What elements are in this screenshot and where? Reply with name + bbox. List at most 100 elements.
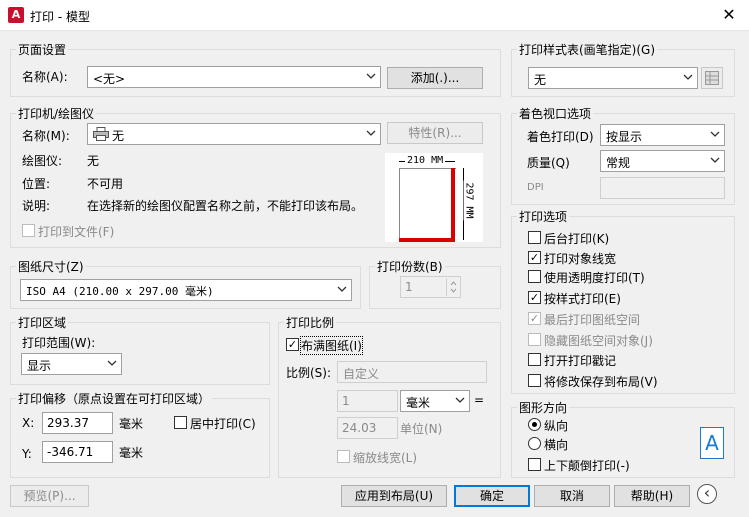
paper-size-heading: 图纸尺寸(Z) [16, 258, 86, 275]
center-plot-label: 居中打印(C) [190, 417, 256, 431]
page-setup-name-select[interactable]: <无> [87, 66, 381, 88]
fit-to-paper-checkbox[interactable]: ✓ [286, 338, 299, 351]
title-bar [0, 0, 749, 31]
upside-down-checkbox[interactable] [528, 458, 541, 471]
plot-style-table-select[interactable]: 无 [528, 67, 698, 89]
copies-heading: 打印份数(B) [375, 258, 445, 275]
quality-label: 质量(Q) [527, 156, 570, 170]
offset-x-input[interactable]: 293.37 [42, 412, 113, 434]
ok-button[interactable]: 确定 [454, 485, 530, 507]
offset-y-unit: 毫米 [119, 446, 144, 460]
page-setup-heading: 页面设置 [16, 41, 69, 58]
scale-equals-sign: = [474, 393, 485, 407]
location-label: 位置: [22, 177, 51, 191]
drawing-orientation-heading: 图形方向 [517, 399, 570, 416]
chevron-down-icon [366, 130, 376, 136]
plot-with-styles-label: 按样式打印(E) [544, 292, 621, 306]
chevron-down-icon [107, 360, 117, 366]
printer-icon [93, 127, 109, 141]
offset-y-input[interactable]: -346.71 [42, 441, 113, 463]
paper-size-select[interactable]: ISO A4 (210.00 x 297.00 毫米) [20, 279, 352, 301]
printer-properties-button[interactable]: 特性(R)... [387, 122, 483, 144]
shade-plot-value: 按显示 [606, 130, 643, 144]
edit-plot-style-button[interactable] [701, 67, 723, 89]
plotter-value: 无 [87, 154, 100, 168]
print-to-file-label: 打印到文件(F) [38, 225, 115, 239]
plot-options-heading: 打印选项 [517, 208, 570, 225]
fit-to-paper-label: 布满图纸(I) [300, 336, 363, 355]
offset-y-value: -346.71 [47, 445, 94, 459]
help-button[interactable]: 帮助(H) [614, 485, 690, 507]
print-offset-heading: 打印偏移（原点设置在可打印区域） [16, 390, 213, 407]
plot-paperspace-last-label: 最后打印图纸空间 [544, 313, 641, 327]
save-changes-to-layout-checkbox[interactable] [528, 374, 541, 387]
printer-name-select[interactable]: 无 [87, 123, 381, 145]
edit-table-icon [705, 71, 719, 85]
plotter-label: 绘图仪: [22, 154, 63, 168]
quality-select[interactable]: 常规 [600, 150, 725, 172]
dpi-label: DPI [527, 182, 544, 193]
scale-numerator-value: 1 [342, 394, 350, 408]
plot-transparency-label: 使用透明度打印(T) [544, 271, 645, 285]
page-setup-name-label: 名称(A): [22, 70, 68, 84]
scale-select[interactable]: 自定义 [337, 361, 487, 383]
plot-lineweights-checkbox[interactable]: ✓ [528, 251, 541, 264]
close-button[interactable]: ✕ [715, 5, 743, 25]
plot-transparency-checkbox[interactable] [528, 270, 541, 283]
hide-paperspace-objects-checkbox[interactable] [528, 333, 541, 346]
plot-stamp-checkbox[interactable] [528, 353, 541, 366]
chevron-down-icon [683, 74, 693, 80]
copies-spinner[interactable] [446, 278, 459, 296]
scale-lineweights-checkbox[interactable] [337, 450, 350, 463]
offset-y-label: Y: [22, 447, 32, 461]
width-dimension-label: 210 MM [405, 155, 446, 166]
print-to-file-checkbox[interactable] [22, 224, 35, 237]
collapse-options-icon[interactable]: ‹ [697, 484, 717, 504]
landscape-radio[interactable] [528, 437, 541, 450]
scale-label: 比例(S): [286, 366, 332, 380]
preview-button[interactable]: 预览(P)... [10, 485, 89, 507]
offset-x-label: X: [22, 416, 35, 430]
description-label: 说明: [22, 199, 51, 213]
scale-denominator-input[interactable]: 24.03 [337, 417, 398, 439]
chevron-down-icon [710, 157, 720, 163]
chevron-down-icon [366, 73, 376, 79]
portrait-radio[interactable] [528, 418, 541, 431]
scale-denominator-value: 24.03 [342, 421, 377, 435]
chevron-down-icon [337, 286, 347, 292]
window-title: 打印 - 模型 [30, 10, 90, 24]
quality-value: 常规 [606, 156, 631, 170]
paper-sheet [399, 168, 456, 240]
paper-unprintable-right [451, 168, 455, 242]
offset-x-unit: 毫米 [119, 417, 144, 431]
print-range-select[interactable]: 显示 [21, 353, 122, 375]
plot-scale-heading: 打印比例 [284, 314, 337, 331]
cancel-button[interactable]: 取消 [534, 485, 610, 507]
center-plot-checkbox[interactable] [174, 416, 187, 429]
printer-name-label: 名称(M): [22, 129, 70, 143]
paper-size-value: ISO A4 (210.00 x 297.00 毫米) [26, 285, 214, 298]
paper-preview: 210 MM 297 MM [385, 153, 483, 242]
scale-lineweights-label: 缩放线宽(L) [353, 451, 418, 465]
shade-plot-label: 着色打印(D) [527, 130, 594, 144]
plot-with-styles-checkbox[interactable]: ✓ [528, 291, 541, 304]
chevron-down-icon [455, 397, 465, 403]
add-page-setup-button[interactable]: 添加(.)... [387, 67, 483, 89]
upside-down-label: 上下颠倒打印(-) [544, 459, 630, 473]
scale-unit-label: 单位(N) [400, 422, 443, 436]
dpi-input[interactable] [600, 177, 725, 199]
scale-numerator-input[interactable]: 1 [337, 390, 398, 412]
offset-x-value: 293.37 [47, 416, 89, 430]
plot-paperspace-last-checkbox[interactable]: ✓ [528, 312, 541, 325]
landscape-label: 横向 [544, 438, 569, 452]
chevron-down-icon [710, 131, 720, 137]
plot-style-table-value: 无 [534, 73, 547, 87]
hide-paperspace-objects-label: 隐藏图纸空间对象(J) [544, 334, 653, 348]
shaded-viewport-heading: 着色视口选项 [517, 105, 594, 122]
scale-unit-select[interactable]: 毫米 [400, 390, 470, 412]
shade-plot-select[interactable]: 按显示 [600, 124, 725, 146]
scale-unit-value: 毫米 [406, 396, 431, 410]
background-plot-checkbox[interactable] [528, 231, 541, 244]
apply-to-layout-button[interactable]: 应用到布局(U) [341, 485, 447, 507]
portrait-page-icon: A [700, 427, 724, 459]
